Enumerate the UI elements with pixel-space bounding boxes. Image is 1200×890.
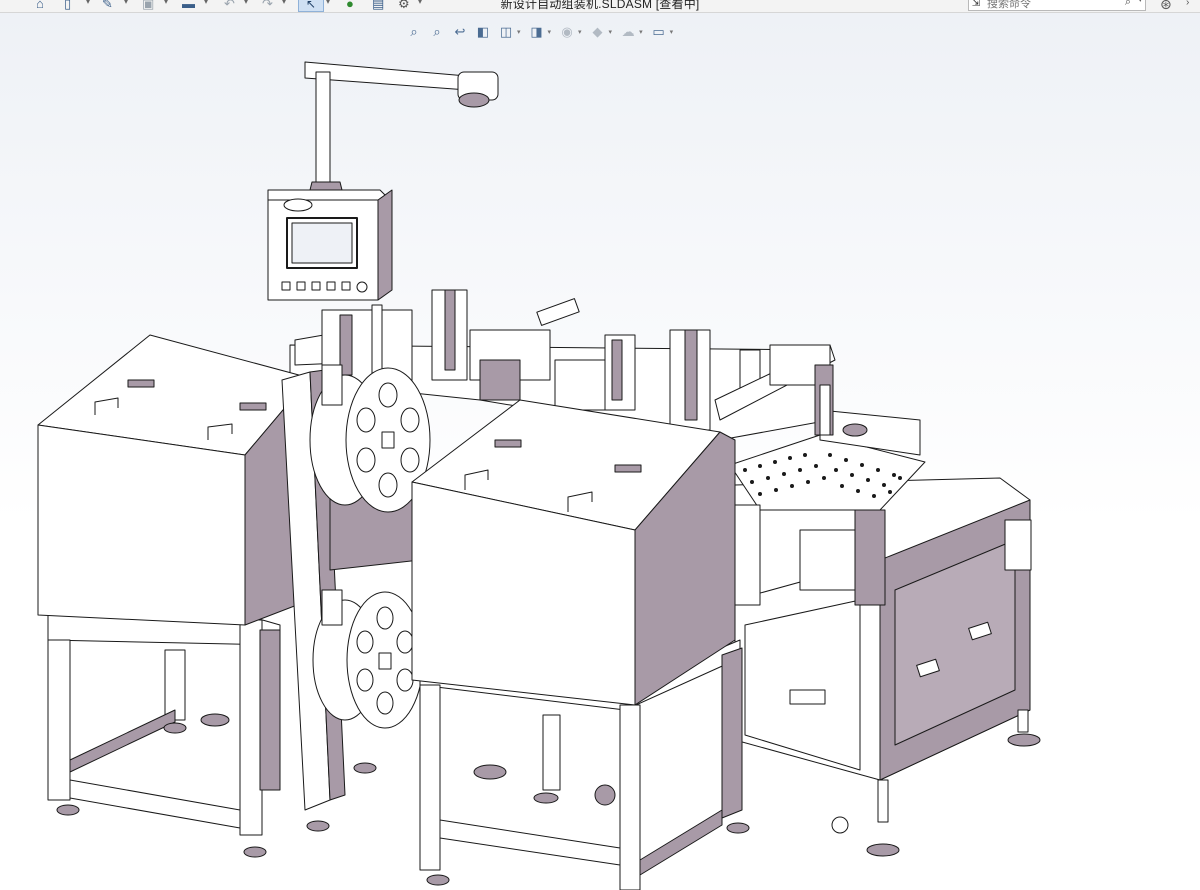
redo-dropdown-caret[interactable]: ▾ [282,0,286,6]
open-folder-icon[interactable]: ✎ [102,0,113,11]
select-dropdown-caret[interactable]: ▾ [326,0,330,6]
assembly-model[interactable] [0,13,1200,890]
tray-feeder-machine[interactable] [729,409,1041,857]
more-options-icon[interactable]: › [1186,0,1189,8]
home-icon[interactable]: ⌂ [36,0,44,11]
open-dropdown-caret[interactable]: ▾ [124,0,128,6]
hmi-control-panel[interactable] [267,61,499,301]
traffic-light-icon[interactable]: ● [346,0,354,11]
search-icon[interactable]: ⌕ [1125,0,1131,9]
graphics-area[interactable]: ⌕ ⌕ ↩ ◧ ◫ ▾ ◨ ▾ ◉ ▾ ◆ ▾ ☁ ▾ ▭ ▾ [0,13,1200,890]
save-dropdown-caret[interactable]: ▾ [164,0,168,6]
file-properties-icon[interactable]: ▤ [372,0,384,11]
save-icon[interactable]: ▣ [142,0,154,11]
command-search[interactable]: ⇲ ⌕ ▾ [968,0,1146,11]
new-document-icon[interactable]: ▯ [64,0,71,11]
menu-bar: ⌂ ▯ ▾ ✎ ▾ ▣ ▾ ▬ ▾ ↶ ▾ ↷ ▾ ↖ ▾ ● ▤ ⚙ ▾ 新设… [0,0,1200,13]
undo-icon[interactable]: ↶ [224,0,235,11]
redo-icon[interactable]: ↷ [262,0,273,11]
search-input[interactable] [983,0,1117,10]
left-enclosure-box[interactable] [37,334,311,626]
reel-feeder-column[interactable] [281,364,431,832]
left-machine-frame[interactable] [47,614,281,858]
print-dropdown-caret[interactable]: ▾ [204,0,208,6]
select-pointer-icon[interactable]: ↖ [298,0,324,12]
search-dropdown-caret[interactable]: ▾ [1138,0,1142,4]
help-icon[interactable]: ⊛ [1160,0,1172,13]
print-icon[interactable]: ▬ [182,0,195,11]
options-gear-icon[interactable]: ⚙ [398,0,410,11]
center-enclosure-box[interactable] [411,399,736,706]
search-scope-icon[interactable]: ⇲ [969,0,983,10]
options-dropdown-caret[interactable]: ▾ [418,0,422,6]
undo-dropdown-caret[interactable]: ▾ [244,0,248,6]
new-dropdown-caret[interactable]: ▾ [86,0,90,6]
